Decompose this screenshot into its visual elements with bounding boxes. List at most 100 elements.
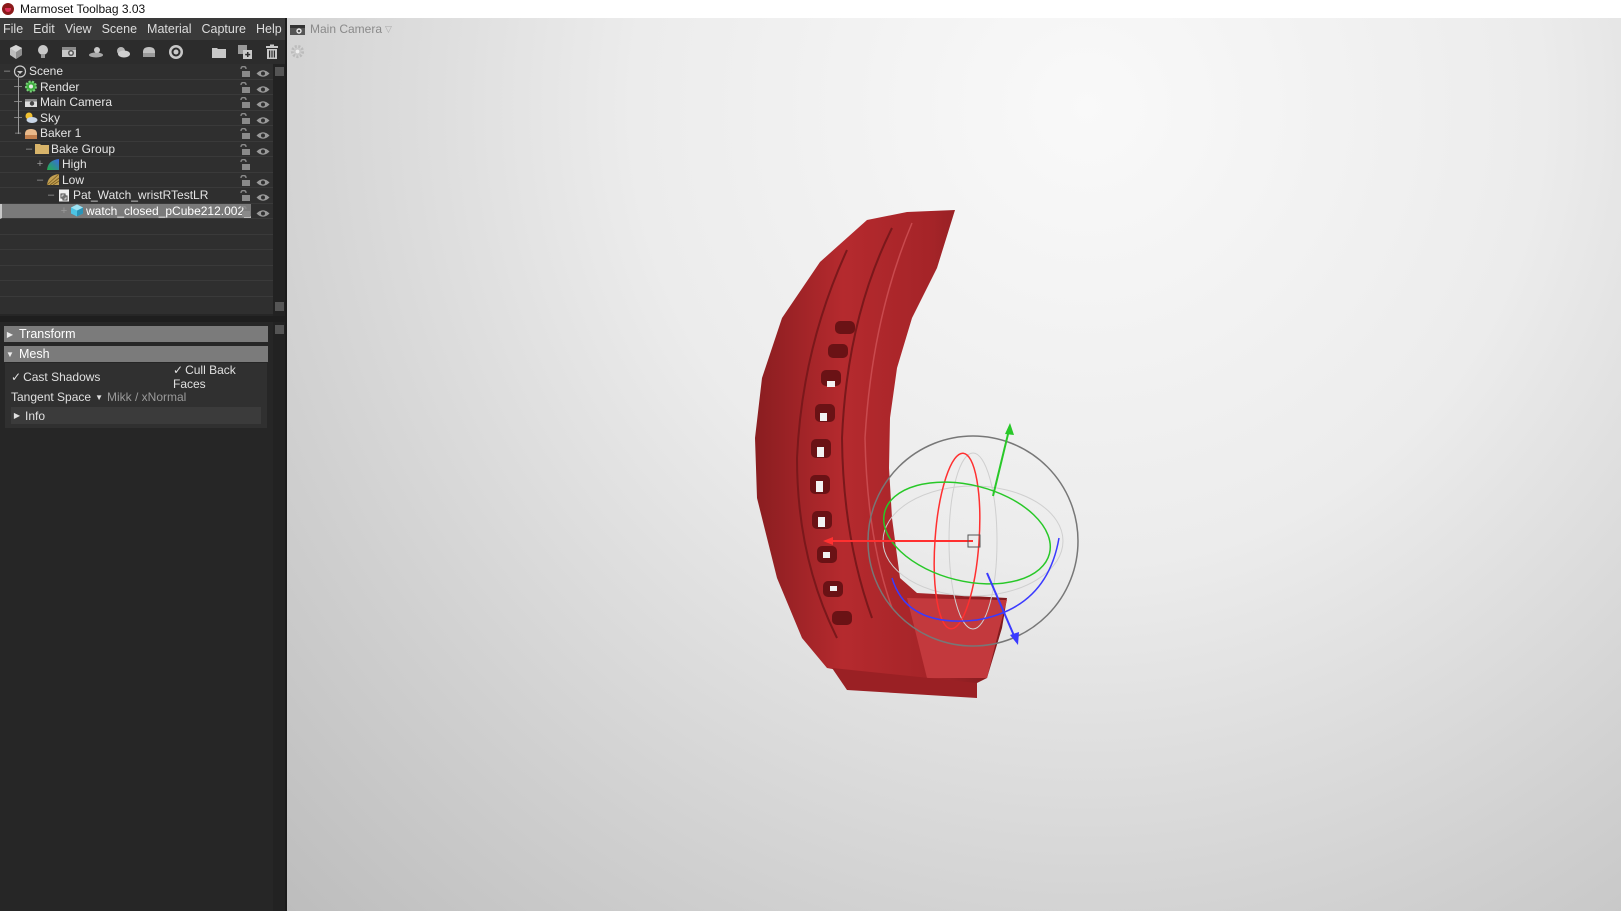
left-panel: File Edit View Scene Material Capture He… [0, 18, 287, 911]
tangent-space-dropdown[interactable]: ▼ Mikk / xNormal [91, 390, 186, 404]
menu-capture[interactable]: Capture [197, 18, 251, 40]
lock-toggle-icon[interactable] [239, 158, 250, 170]
scene-tree-item[interactable]: –Baker 1 [0, 126, 273, 142]
visibility-toggle-icon[interactable] [256, 191, 270, 201]
expand-triangle-icon: ▶ [6, 329, 14, 339]
sky-icon [116, 47, 130, 58]
scroll-up-arrow[interactable] [275, 325, 284, 334]
gizmo-y-arrowhead [1005, 423, 1014, 435]
scroll-up-arrow[interactable] [275, 67, 284, 76]
viewport-scene [755, 210, 1079, 698]
lock-toggle-icon[interactable] [239, 205, 250, 217]
folder-icon [211, 48, 226, 58]
tree-guide-line [18, 74, 19, 134]
add-folder-button[interactable] [207, 41, 231, 63]
lock-toggle-icon[interactable] [239, 127, 250, 139]
properties-scrollbar[interactable] [273, 322, 285, 911]
collapse-icon[interactable]: – [2, 65, 12, 77]
scene-icon [13, 65, 27, 78]
scene-tree-item[interactable]: + High [0, 157, 273, 173]
lock-toggle-icon[interactable] [239, 112, 250, 124]
add-sky-button[interactable] [111, 41, 135, 63]
camera-icon [24, 96, 38, 109]
menu-edit[interactable]: Edit [28, 18, 60, 40]
visibility-toggle-icon[interactable] [256, 114, 270, 124]
scene-tree-item-label: High [62, 157, 87, 172]
scroll-down-arrow[interactable] [275, 302, 284, 311]
info-subsection-header[interactable]: ▶ Info [11, 407, 261, 424]
visibility-toggle-icon[interactable] [256, 83, 270, 93]
scene-tree-item[interactable]: – Bake Group [0, 141, 273, 157]
duplicate-button[interactable] [234, 41, 258, 63]
add-baker-button[interactable] [138, 41, 162, 63]
empty-tree-row [0, 281, 273, 297]
panel-splitter[interactable] [0, 316, 287, 322]
viewport-settings-gear-icon[interactable] [290, 44, 305, 59]
mesh-cube-icon [70, 204, 84, 217]
menu-material[interactable]: Material [142, 18, 196, 40]
file-icon [57, 189, 71, 202]
cast-shadows-checkbox[interactable]: ✓ Cast Shadows [11, 370, 100, 384]
collapse-icon[interactable]: – [35, 174, 45, 186]
collapse-icon[interactable]: – [46, 189, 56, 201]
transform-section-header[interactable]: ▶ Transform [4, 326, 268, 342]
visibility-toggle-icon[interactable] [256, 67, 270, 77]
visibility-toggle-icon[interactable] [256, 145, 270, 155]
checkmark-icon: ✓ [11, 370, 22, 384]
scene-tree-scrollbar[interactable] [273, 64, 285, 316]
visibility-toggle-icon[interactable] [256, 129, 270, 139]
lock-toggle-icon[interactable] [239, 65, 250, 77]
scene-tree: –Scene─Render─Main Camera─Sky–Baker 1–Ba… [0, 64, 273, 314]
expand-icon[interactable]: + [35, 158, 45, 170]
menu-file[interactable]: File [0, 18, 28, 40]
cube-icon [9, 45, 22, 59]
scene-tree-item[interactable]: – Pat_Watch_wristRTestLR [0, 188, 273, 204]
scene-tree-item[interactable]: ─Main Camera [0, 95, 273, 111]
delete-button[interactable] [260, 41, 284, 63]
expand-icon[interactable]: + [59, 205, 69, 217]
empty-tree-row [0, 266, 273, 281]
scene-tree-item[interactable]: + watch_closed_pCube212.002_ [0, 203, 273, 219]
scene-tree-item[interactable]: ─Render [0, 80, 273, 95]
scene-tree-item[interactable]: – Low [0, 173, 273, 188]
scene-tree-item[interactable]: ─Sky [0, 110, 273, 126]
scene-tree-item-label: Main Camera [40, 95, 113, 110]
scene-tree-item-label: Scene [29, 64, 64, 79]
empty-tree-row [0, 219, 273, 235]
scene-tree-item-label: Bake Group [51, 141, 116, 156]
scene-tree-item-label: Sky [40, 110, 61, 125]
visibility-toggle-icon[interactable] [256, 176, 270, 186]
menu-scene[interactable]: Scene [97, 18, 142, 40]
marmoset-logo-icon [2, 3, 14, 15]
add-mesh-button[interactable] [4, 41, 28, 63]
add-camera-button[interactable] [57, 41, 81, 63]
menu-help[interactable]: Help [251, 18, 287, 40]
scene-tree-item-label: Pat_Watch_wristRTestLR [73, 188, 209, 203]
lock-toggle-icon[interactable] [239, 96, 250, 108]
3d-viewport[interactable]: Main Camera ▽ [287, 18, 1621, 911]
add-light-button[interactable] [31, 41, 55, 63]
lock-toggle-icon[interactable] [239, 143, 250, 155]
lock-toggle-icon[interactable] [239, 174, 250, 186]
window-title: Marmoset Toolbag 3.03 [20, 2, 146, 16]
lock-toggle-icon[interactable] [239, 189, 250, 201]
camera-selector[interactable]: Main Camera ▽ [290, 22, 392, 36]
lightbulb-icon [37, 45, 48, 58]
mesh-section-body: ✓ Cast Shadows ✓ Cull Back Faces Tangent S… [4, 362, 268, 429]
visibility-toggle-icon[interactable] [256, 98, 270, 108]
menu-bar: File Edit View Scene Material Capture He… [0, 18, 287, 40]
menu-view[interactable]: View [60, 18, 97, 40]
dropdown-arrow-icon: ▼ [95, 392, 103, 402]
add-turntable-button[interactable] [84, 41, 108, 63]
tangent-space-row: Tangent Space ▼ Mikk / xNormal [5, 387, 267, 407]
folder-icon [35, 142, 49, 155]
mesh-section-header[interactable]: ▼ Mesh [4, 346, 268, 362]
lock-toggle-icon[interactable] [239, 81, 250, 93]
camera-icon [62, 47, 77, 57]
empty-tree-row [0, 235, 273, 250]
add-shadow-catcher-button[interactable] [164, 41, 188, 63]
visibility-toggle-icon[interactable] [256, 207, 270, 217]
chevron-down-icon: ▽ [385, 23, 392, 34]
collapse-icon[interactable]: – [24, 143, 34, 155]
scene-tree-item[interactable]: – Scene [0, 64, 273, 80]
